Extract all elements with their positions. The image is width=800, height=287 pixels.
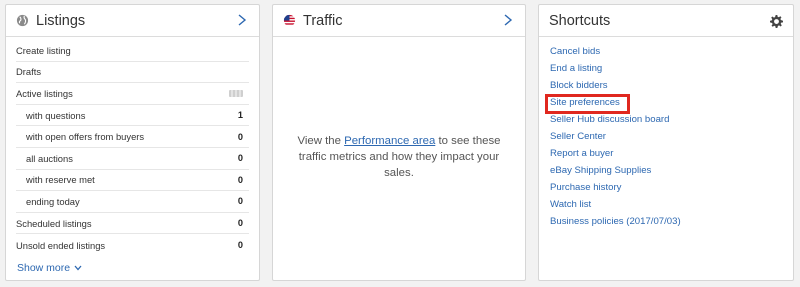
list-item[interactable]: with questions 1 [16,105,249,127]
shortcut-report-buyer[interactable]: Report a buyer [550,145,681,162]
performance-area-link[interactable]: Performance area [344,135,435,147]
row-label[interactable]: with reserve met [16,174,95,185]
listings-list: Create listing Drafts Active listings wi… [6,40,259,256]
us-flag-icon [283,14,296,27]
shortcut-discussion-board[interactable]: Seller Hub discussion board [550,111,681,128]
shortcut-business-policies[interactable]: Business policies (2017/07/03) [550,213,681,230]
list-item[interactable]: Drafts [16,62,249,84]
row-label[interactable]: Unsold ended listings [16,240,105,251]
gear-icon[interactable] [770,15,783,28]
shortcut-cancel-bids[interactable]: Cancel bids [550,43,681,60]
shortcut-seller-center[interactable]: Seller Center [550,128,681,145]
row-label[interactable]: with open offers from buyers [16,131,144,142]
shortcuts-list: Cancel bids End a listing Block bidders … [550,43,681,230]
shortcuts-header: Shortcuts [539,5,793,37]
chevron-down-icon [74,265,82,271]
list-item[interactable]: ending today 0 [16,191,249,213]
list-item[interactable]: with reserve met 0 [16,170,249,192]
traffic-header: Traffic [273,5,525,37]
listings-card: Listings Create listing Drafts Active li… [5,4,260,281]
row-count: 0 [237,131,243,142]
shortcut-watch-list[interactable]: Watch list [550,196,681,213]
shortcut-purchase-history[interactable]: Purchase history [550,179,681,196]
list-item[interactable]: Unsold ended listings 0 [16,234,249,256]
shortcut-end-listing[interactable]: End a listing [550,60,681,77]
traffic-title: Traffic [303,12,343,29]
row-label[interactable]: Scheduled listings [16,218,92,229]
traffic-message: View the Performance area to see these t… [273,133,525,181]
show-more-link[interactable]: Show more [17,262,82,274]
row-label[interactable]: all auctions [16,153,73,164]
row-label[interactable]: Drafts [16,66,41,77]
row-count: 0 [237,218,243,229]
loading-indicator [229,89,243,97]
shortcuts-title: Shortcuts [549,12,611,29]
listings-title: Listings [36,12,86,29]
listings-header: Listings [6,5,259,37]
row-count: 0 [237,196,243,207]
list-item[interactable]: all auctions 0 [16,148,249,170]
globe-icon [16,14,29,27]
shortcut-block-bidders[interactable]: Block bidders [550,77,681,94]
row-label[interactable]: with questions [16,110,85,121]
traffic-card: Traffic View the Performance area to see… [272,4,526,281]
row-count: 1 [237,110,243,121]
list-item[interactable]: with open offers from buyers 0 [16,126,249,148]
list-item[interactable]: Active listings [16,83,249,105]
shortcut-site-preferences[interactable]: Site preferences [550,94,681,111]
row-count: 0 [237,153,243,164]
row-count: 0 [237,240,243,251]
shortcut-shipping-supplies[interactable]: eBay Shipping Supplies [550,162,681,179]
row-label[interactable]: ending today [16,196,80,207]
traffic-message-prefix: View the [297,135,345,147]
list-item[interactable]: Scheduled listings 0 [16,213,249,235]
show-more-label[interactable]: Show more [17,262,70,274]
row-count: 0 [237,174,243,185]
list-item[interactable]: Create listing [16,40,249,62]
shortcuts-card: Shortcuts Cancel bids End a listing Bloc… [538,4,794,281]
chevron-right-icon[interactable] [235,13,249,27]
chevron-right-icon[interactable] [501,13,515,27]
row-label[interactable]: Active listings [16,88,73,99]
row-label[interactable]: Create listing [16,45,71,56]
